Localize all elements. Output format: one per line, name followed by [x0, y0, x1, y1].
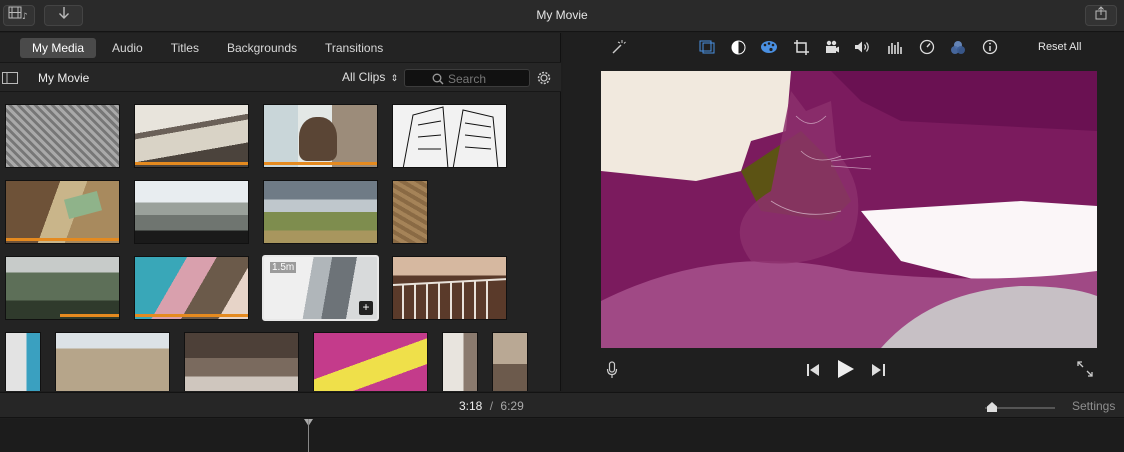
media-browser: My Media Audio Titles Backgrounds Transi…: [0, 33, 561, 391]
speedometer-icon[interactable]: [918, 39, 936, 55]
clip-thumbnail[interactable]: [392, 104, 507, 168]
selected-clip-thumbnail[interactable]: 1.5m +: [262, 255, 379, 321]
share-icon: [1095, 6, 1107, 25]
search-field[interactable]: Search: [404, 69, 530, 87]
zoom-slider-knob[interactable]: [987, 402, 997, 412]
clip-filter-label: All Clips: [342, 70, 386, 84]
clip-thumbnail[interactable]: [392, 180, 428, 244]
microphone-icon[interactable]: [606, 361, 618, 382]
info-icon[interactable]: [981, 39, 999, 55]
clip-thumbnail[interactable]: [134, 104, 249, 168]
camera-icon[interactable]: [823, 39, 841, 55]
clip-thumbnail[interactable]: [5, 104, 120, 168]
speaker-icon[interactable]: [854, 39, 872, 55]
viewer-pane: Reset All: [563, 33, 1124, 391]
clip-thumbnail[interactable]: [5, 256, 120, 320]
sidebar-toggle-icon[interactable]: [2, 71, 18, 89]
add-to-movie-button[interactable]: +: [359, 301, 373, 315]
fullscreen-icon[interactable]: [1077, 361, 1093, 380]
timecode-display: 3:18 / 6:29: [459, 399, 524, 413]
tab-backgrounds[interactable]: Backgrounds: [215, 38, 309, 58]
clip-filter-icon[interactable]: [949, 39, 967, 55]
clip-thumbnail[interactable]: [134, 180, 249, 244]
clip-usage-bar: [264, 162, 377, 165]
clip-usage-bar: [6, 238, 119, 241]
clip-duration: 1.5m: [270, 262, 297, 273]
magic-wand-icon[interactable]: [609, 39, 627, 55]
color-correction-icon[interactable]: [729, 39, 747, 55]
updown-chevron-icon: ⇕: [390, 73, 399, 83]
tab-audio[interactable]: Audio: [100, 38, 155, 58]
skip-forward-icon[interactable]: [872, 363, 885, 379]
clip-usage-bar: [60, 314, 119, 317]
palette-icon[interactable]: [760, 39, 778, 55]
timeline-header: 3:18 / 6:29 Settings: [0, 392, 1124, 418]
clip-filter-select[interactable]: All Clips ⇕: [342, 70, 398, 84]
clip-thumbnail[interactable]: [263, 180, 378, 244]
clip-thumbnail[interactable]: [492, 332, 528, 391]
crop-icon[interactable]: [792, 39, 810, 55]
clip-grid: 1.5m +: [0, 93, 561, 391]
timeline-settings-button[interactable]: Settings: [1072, 399, 1115, 413]
browser-tabs: My Media Audio Titles Backgrounds Transi…: [0, 33, 561, 62]
clip-thumbnail[interactable]: [5, 180, 120, 244]
tab-titles[interactable]: Titles: [159, 38, 211, 58]
tab-transitions[interactable]: Transitions: [313, 38, 395, 58]
share-button[interactable]: [1085, 5, 1117, 26]
search-placeholder: Search: [448, 72, 487, 86]
current-time: 3:18: [459, 399, 483, 413]
title-bar: ♪ My Movie: [0, 0, 1124, 32]
clip-thumbnail[interactable]: [184, 332, 299, 391]
reset-all-button[interactable]: Reset All: [1038, 41, 1081, 53]
clip-thumbnail[interactable]: [55, 332, 170, 391]
gear-icon[interactable]: [536, 70, 552, 91]
playback-controls: [563, 353, 1124, 389]
library-bar: My Movie All Clips ⇕ Search: [0, 62, 561, 92]
time-separator: /: [489, 399, 494, 413]
color-balance-icon[interactable]: [698, 39, 716, 55]
magnifier-icon: [432, 72, 444, 90]
skip-back-icon[interactable]: [807, 363, 820, 379]
timeline[interactable]: [0, 419, 1124, 452]
clip-thumbnail[interactable]: [263, 104, 378, 168]
clip-usage-bar: [135, 162, 248, 165]
clip-thumbnail[interactable]: [5, 332, 41, 391]
clip-thumbnail[interactable]: [442, 332, 478, 391]
tab-my-media[interactable]: My Media: [20, 37, 97, 58]
total-duration: 6:29: [500, 399, 524, 413]
library-title: My Movie: [38, 71, 90, 85]
video-preview: [601, 71, 1097, 348]
play-icon[interactable]: [838, 360, 854, 381]
playhead[interactable]: [308, 419, 309, 452]
clip-thumbnail[interactable]: [134, 256, 249, 320]
adjustments-toolbar: Reset All: [563, 33, 1124, 61]
window-title: My Movie: [536, 8, 588, 22]
clip-thumbnail[interactable]: [392, 256, 507, 320]
clip-thumbnail[interactable]: [313, 332, 428, 391]
equalizer-icon[interactable]: [886, 39, 904, 55]
clip-usage-bar: [135, 314, 248, 317]
